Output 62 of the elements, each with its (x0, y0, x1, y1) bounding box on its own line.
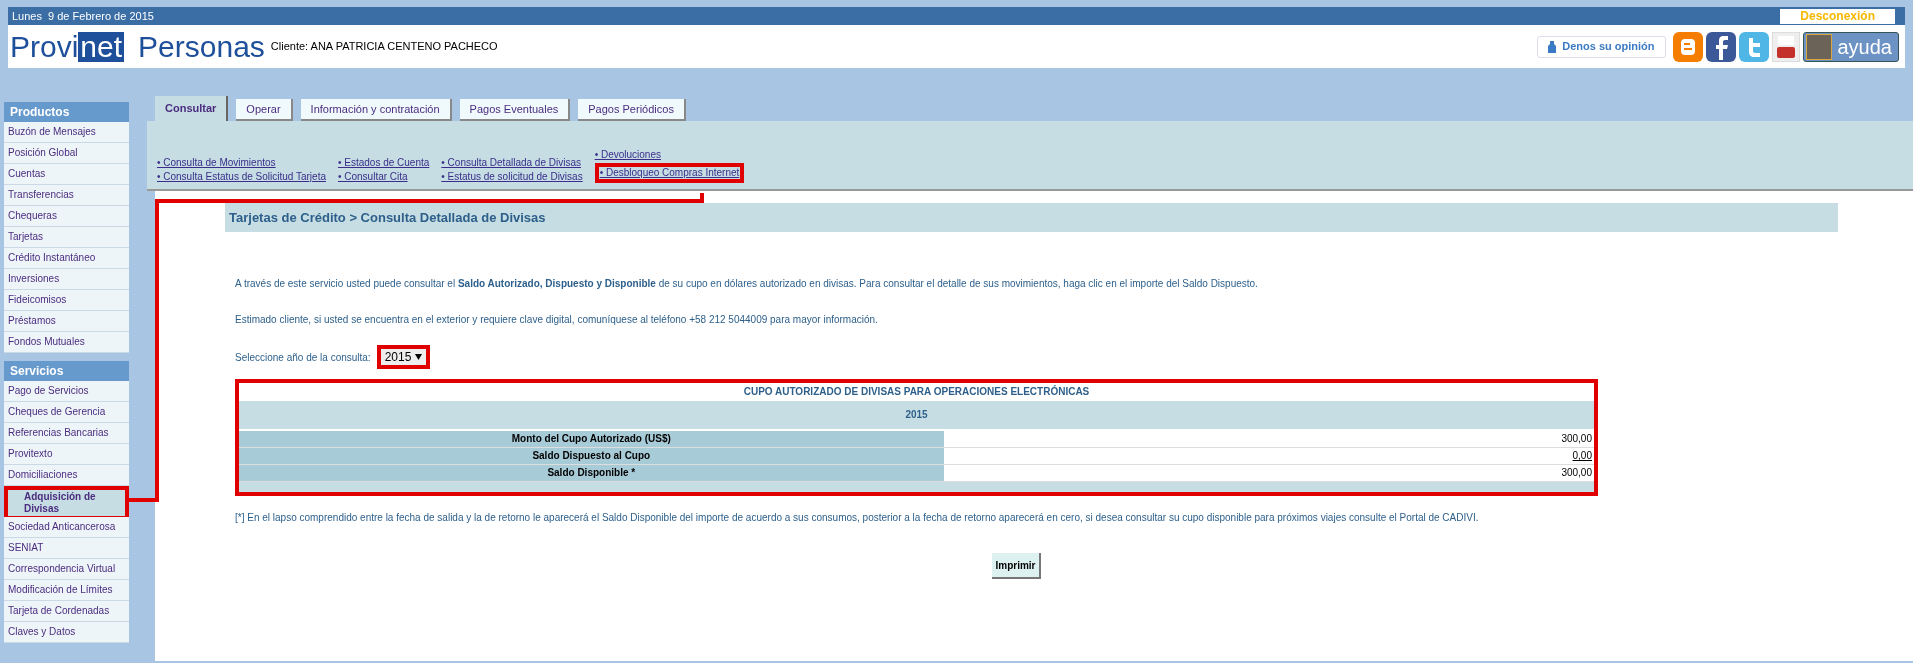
tab[interactable]: Información y contratación (300, 99, 452, 121)
youtube-icon[interactable] (1771, 31, 1800, 62)
sidebar-item[interactable]: Referencias Bancarias (4, 423, 129, 444)
sidebar-item[interactable]: Buzón de Mensajes (4, 122, 129, 143)
table-cell-text: 300,00 (1560, 432, 1593, 446)
date-text: Lunes 9 de Febrero de 2015 (12, 8, 154, 24)
notice-text: Estimado cliente, si usted se encuentra en el exterior y requiere clave digital, comuníquese al teléfono +58 212 5044009 para mayor información. (235, 313, 879, 327)
table-year: 2015 (239, 401, 1594, 429)
avatar-placeholder (1805, 33, 1832, 60)
sidebar-item[interactable]: Transferencias (4, 185, 129, 206)
table-cell: Monto del Cupo Autorizado (US$) (239, 431, 944, 447)
tab[interactable]: Pagos Periódicos (578, 99, 686, 121)
dropdown-arrow-icon (415, 354, 423, 360)
sidebar-item[interactable]: Cuentas (4, 164, 129, 185)
sidebar-item[interactable]: Domiciliaciones (4, 465, 129, 486)
sidebar-item[interactable]: Fideicomisos (4, 290, 129, 311)
sidebar-item[interactable]: Tarjetas (4, 227, 129, 248)
submenu-link[interactable]: • Consulta Estatus de Solicitud Tarjeta (157, 171, 326, 183)
client-name: Cliente: ANA PATRICIA CENTENO PACHECO (270, 39, 498, 55)
facebook-icon[interactable] (1705, 31, 1736, 62)
sidebar-item[interactable]: Crédito Instantáneo (4, 248, 129, 269)
sidebar-item[interactable]: Sociedad Anticancerosa (4, 517, 129, 538)
submenu-link[interactable]: • Consulta de Movimientos (157, 157, 276, 169)
tab[interactable]: Pagos Eventuales (459, 99, 571, 121)
sidebar-heading: Servicios (4, 361, 129, 381)
submenu-link[interactable]: • Desbloqueo Compras Internet (594, 163, 745, 183)
sidebar-item[interactable]: Tarjeta de Cordenadas (4, 601, 129, 622)
sidebar-heading: Productos (4, 102, 129, 122)
sidebar-item[interactable]: Modificación de Límites (4, 580, 129, 601)
print-button[interactable]: Imprimir (992, 553, 1041, 579)
amount-link[interactable]: 0,00 (943, 448, 1594, 464)
submenu-link[interactable]: • Estatus de solicitud de Divisas (441, 171, 583, 183)
bottle-icon (1548, 40, 1557, 53)
feedback-button[interactable]: Denos su opinión (1537, 35, 1666, 58)
sidebar-item[interactable]: Préstamos (4, 311, 129, 332)
tab[interactable]: Consultar (155, 96, 229, 121)
logo: Provinet Personas (10, 29, 265, 64)
year-select[interactable]: 2015 (376, 345, 431, 369)
sidebar-item[interactable]: Provitexto (4, 444, 129, 465)
sidebar-item[interactable]: Chequeras (4, 206, 129, 227)
sidebar-item[interactable]: Posición Global (4, 143, 129, 164)
page-title: Tarjetas de Crédito > Consulta Detallada de Divisas (225, 203, 1838, 232)
submenu-link[interactable]: • Consultar Cita (337, 171, 408, 183)
year-label: Seleccione año de la consulta: (235, 350, 371, 365)
table-cell-text: 300,00 (1560, 466, 1593, 480)
sidebar-item[interactable]: Adquisición de Divisas (4, 486, 129, 517)
sidebar-item[interactable]: Correspondencia Virtual (4, 559, 129, 580)
tab[interactable]: Operar (236, 99, 293, 121)
sidebar-item[interactable]: Pago de Servicios (4, 381, 129, 402)
table-cell: Saldo Disponible * (239, 465, 944, 481)
sidebar-item[interactable]: Fondos Mutuales (4, 332, 129, 353)
submenu-link[interactable]: • Estados de Cuenta (337, 157, 430, 169)
footnote-text: [*] En el lapso comprendido entre la fecha de salida y la de retorno le aparecerá el Saldo Disponible del importe de acuerdo a sus consumos, posterior a la fecha de retorno aparecerá en cero, si desea consultar su cupo disponible para próximos viajes consulte el Portal de CADIVI. (234, 511, 1480, 525)
table-title: CUPO AUTORIZADO DE DIVISAS PARA OPERACIONES ELECTRÓNICAS (742, 384, 1091, 399)
sidebar-item[interactable]: SENIAT (4, 538, 129, 559)
table-cell: Saldo Dispuesto al Cupo (239, 448, 944, 464)
sidebar-item[interactable]: Inversiones (4, 269, 129, 290)
submenu-link[interactable]: • Devoluciones (594, 149, 661, 161)
submenu-link[interactable]: • Consulta Detallada de Divisas (441, 157, 581, 169)
intro-text: A través de este servicio usted puede consultar el Saldo Autorizado, Dispuesto y Disponible de su cupo en dólares autorizado en divisas. Para consultar el detalle de sus movimientos, haga clic en el importe del Saldo Dispuesto. (235, 277, 1259, 291)
sidebar-item[interactable]: Cheques de Gerencia (4, 402, 129, 423)
sidebar-item[interactable]: Claves y Datos (4, 622, 129, 643)
